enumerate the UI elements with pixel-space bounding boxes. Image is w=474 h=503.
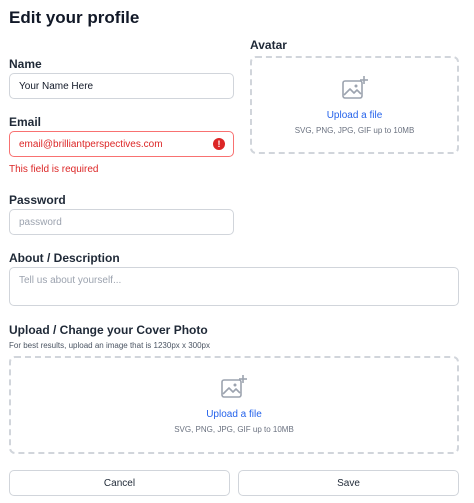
cover-upload-link[interactable]: Upload a file xyxy=(11,409,457,420)
password-input[interactable]: password xyxy=(9,209,234,235)
email-error-message: This field is required xyxy=(9,164,99,175)
name-label: Name xyxy=(9,57,42,71)
image-upload-icon xyxy=(341,76,368,99)
name-input[interactable]: Your Name Here xyxy=(9,73,234,99)
avatar-dropzone[interactable]: Upload a file SVG, PNG, JPG, GIF up to 1… xyxy=(250,56,459,154)
avatar-file-hint: SVG, PNG, JPG, GIF up to 10MB xyxy=(294,126,415,135)
cover-photo-dropzone[interactable]: Upload a file SVG, PNG, JPG, GIF up to 1… xyxy=(9,356,459,454)
email-value: email@brilliantperspectives.com xyxy=(19,138,163,150)
cover-file-hint: SVG, PNG, JPG, GIF up to 10MB xyxy=(174,425,294,434)
save-button[interactable]: Save xyxy=(238,470,459,496)
cancel-button[interactable]: Cancel xyxy=(9,470,230,496)
email-input[interactable]: email@brilliantperspectives.com ! xyxy=(9,131,234,157)
cover-photo-hint: For best results, upload an image that i… xyxy=(9,341,211,350)
avatar-upload-link[interactable]: Upload a file xyxy=(252,110,457,121)
avatar-label: Avatar xyxy=(250,38,287,52)
about-label: About / Description xyxy=(9,251,120,265)
password-label: Password xyxy=(9,193,66,207)
email-label: Email xyxy=(9,115,42,129)
about-textarea[interactable]: Tell us about yourself... xyxy=(9,267,459,306)
page-title: Edit your profile xyxy=(9,8,140,27)
cover-photo-label: Upload / Change your Cover Photo xyxy=(9,323,208,337)
image-upload-icon xyxy=(221,375,247,398)
error-icon: ! xyxy=(213,138,225,150)
